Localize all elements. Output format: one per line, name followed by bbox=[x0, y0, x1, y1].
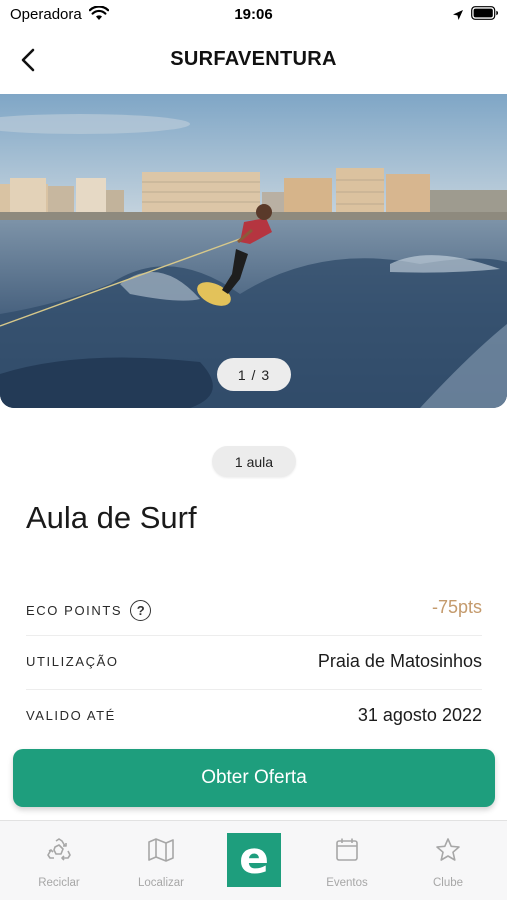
tab-label-localizar: Localizar bbox=[137, 877, 185, 889]
status-time: 19:06 bbox=[234, 6, 273, 23]
question-icon[interactable]: ? bbox=[130, 600, 152, 621]
page-title: SURFAVENTURA bbox=[170, 48, 337, 70]
tab-label-eventos: Eventos bbox=[326, 877, 368, 889]
utilizacao-value: Praia de Matosinhos bbox=[317, 651, 482, 671]
star-icon bbox=[436, 838, 460, 861]
nav-bar: SURFAVENTURA bbox=[0, 36, 507, 84]
tab-localizar[interactable]: Localizar bbox=[116, 835, 206, 889]
tab-label-clube: Clube bbox=[432, 877, 464, 889]
validade-value: 31 agosto 2022 bbox=[357, 705, 482, 725]
get-offer-button[interactable]: Obter Oferta bbox=[13, 749, 495, 807]
tab-eventos[interactable]: Eventos bbox=[302, 835, 392, 889]
gallery-pager-badge: 1 / 3 bbox=[217, 358, 291, 391]
offer-title: Aula de Surf bbox=[26, 500, 197, 535]
utilizacao-label: UTILIZAÇÃO bbox=[26, 654, 119, 669]
tab-label-reciclar: Reciclar bbox=[38, 877, 80, 889]
recycle-icon bbox=[47, 838, 71, 861]
tab-clube[interactable]: Clube bbox=[403, 835, 493, 889]
eco-points-value: -75pts bbox=[431, 597, 482, 617]
calendar-icon bbox=[336, 838, 358, 861]
quantity-chip: 1 aula bbox=[212, 446, 296, 477]
tab-reciclar[interactable]: Reciclar bbox=[14, 835, 104, 889]
eco-points-label: ECO POINTS bbox=[26, 603, 123, 618]
location-arrow-icon bbox=[452, 8, 464, 26]
home-logo: e bbox=[239, 832, 269, 884]
detail-row-utilizacao: UTILIZAÇÃO Praia de Matosinhos bbox=[26, 636, 482, 690]
status-bar: Operadora 19:06 bbox=[0, 0, 507, 28]
validade-label: VALIDO ATÉ bbox=[26, 708, 116, 723]
detail-row-eco-points: ECO POINTS ? -75pts bbox=[26, 582, 482, 636]
battery-icon bbox=[471, 6, 499, 25]
detail-label-container: ECO POINTS ? bbox=[26, 600, 152, 621]
home-logo-button[interactable]: e bbox=[227, 833, 281, 887]
detail-row-validade: VALIDO ATÉ 31 agosto 2022 bbox=[26, 690, 482, 744]
map-icon bbox=[148, 838, 174, 862]
